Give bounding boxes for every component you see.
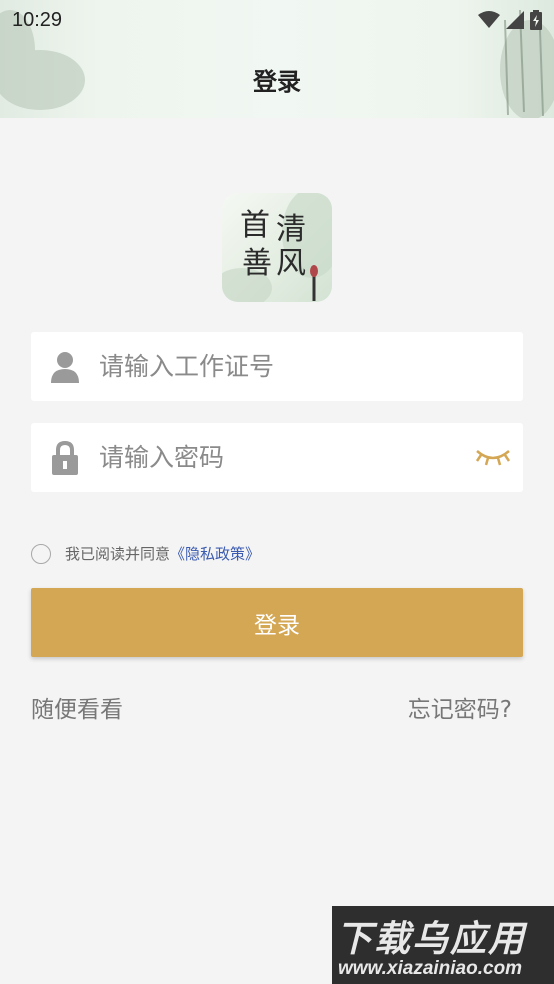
battery-icon: [530, 10, 542, 30]
agree-text: 我已阅读并同意: [65, 545, 171, 563]
login-button[interactable]: 登录: [31, 588, 523, 657]
logo-char: 风: [276, 246, 306, 281]
password-field[interactable]: [31, 423, 523, 492]
work-id-input[interactable]: [99, 352, 459, 381]
status-bar: 10:29: [0, 0, 554, 40]
page-title: 登录: [253, 68, 301, 96]
forgot-password-link[interactable]: 忘记密码?: [408, 690, 512, 724]
logo-char: 首: [240, 208, 270, 243]
watermark-url: www.xiazainiao.com: [338, 958, 523, 979]
status-time: 10:29: [12, 8, 63, 31]
privacy-policy-link[interactable]: 《隐私政策》: [170, 543, 260, 564]
agree-radio[interactable]: [31, 543, 51, 564]
lock-icon: [52, 440, 78, 475]
user-icon: [51, 351, 79, 383]
app-logo: 首 清 善 风: [222, 193, 332, 302]
logo-char: 善: [242, 246, 272, 281]
password-input[interactable]: [99, 443, 459, 472]
wifi-icon: [478, 11, 500, 28]
privacy-agreement: 我已阅读并同意 《隐私政策》: [31, 543, 260, 564]
eye-closed-icon[interactable]: [475, 445, 511, 469]
signal-icon: [506, 11, 524, 29]
browse-link[interactable]: 随便看看: [31, 690, 123, 724]
watermark-title: 下载乌应用: [336, 919, 527, 960]
work-id-field[interactable]: [31, 332, 523, 401]
logo-char: 清: [276, 212, 306, 247]
watermark: 下载乌应用 www.xiazainiao.com: [332, 906, 554, 984]
